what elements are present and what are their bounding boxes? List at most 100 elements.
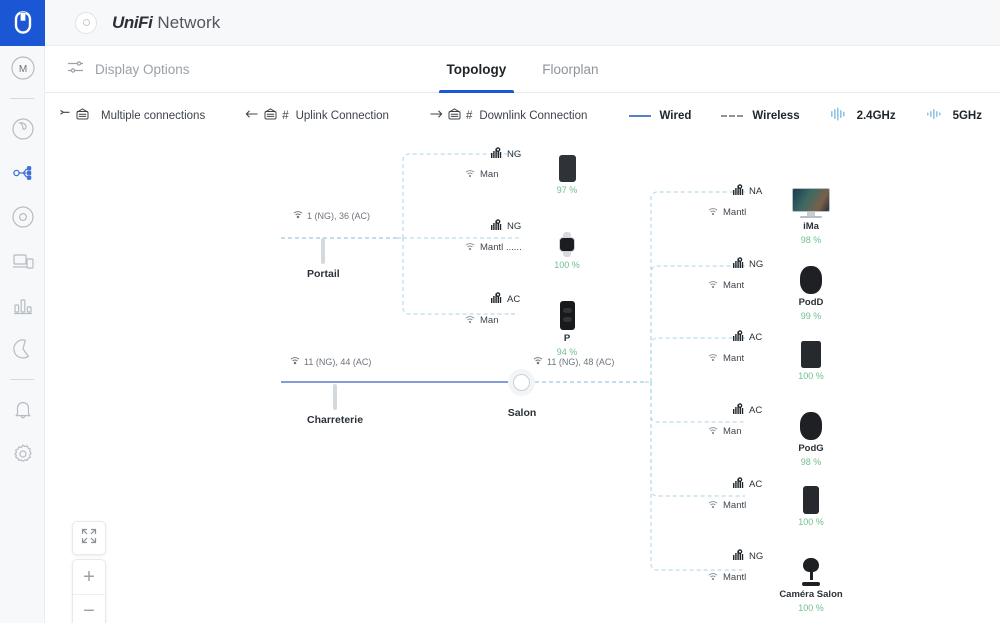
avatar-initial: M	[18, 64, 26, 75]
access-point-salon[interactable]: Salon	[508, 374, 547, 419]
page-title: UniFi Network	[112, 13, 220, 33]
sidebar-item-topology[interactable]	[0, 151, 45, 195]
legend-wireless-label: Wireless	[752, 109, 800, 122]
client-ssid-text: Mant	[723, 279, 745, 291]
access-point-portail[interactable]: Portail	[307, 238, 340, 280]
client-signal-percent: 100 %	[798, 371, 824, 381]
wired-line-icon	[628, 114, 651, 117]
zoom-out-button[interactable]: −	[73, 594, 105, 623]
client-ssid-text: Mant	[723, 352, 745, 364]
ubiquiti-logo[interactable]	[0, 0, 45, 46]
legend-band-5-label: 5GHz	[952, 109, 982, 122]
device-icon-phone-dark	[507, 286, 627, 330]
access-point-icon	[76, 108, 89, 123]
sidebar-item-devices[interactable]	[0, 195, 45, 239]
sidebar-item-user-avatar[interactable]: M	[0, 46, 45, 90]
legend-downlink-connection: # Downlink Connection	[429, 108, 587, 123]
sidebar-item-settings[interactable]	[0, 432, 45, 476]
client-ssid-text: Man	[480, 314, 499, 326]
site-selector-icon[interactable]	[75, 11, 97, 34]
client-node[interactable]: PodD 99 %	[751, 250, 871, 321]
radio-signal-icon	[491, 217, 502, 235]
client-ssid-text: Mantl	[723, 206, 747, 218]
client-node[interactable]: 100 %	[751, 324, 871, 381]
ap-channels-salon: 11 (NG), 48 (AC)	[533, 356, 614, 367]
client-node[interactable]: 97 %	[507, 138, 627, 195]
rail-divider-top	[10, 98, 34, 99]
ap-channels-charreterie-text: 11 (NG), 44 (AC)	[304, 356, 372, 367]
client-node[interactable]: 100 %	[507, 213, 627, 270]
wifi-signal-icon	[290, 356, 300, 367]
device-icon-phone-photo	[751, 470, 871, 514]
access-point-icon	[448, 108, 461, 123]
wifi-icon	[708, 422, 718, 440]
tab-topology[interactable]: Topology	[428, 46, 524, 93]
client-signal-percent: 98 %	[800, 235, 822, 245]
client-node[interactable]: PodG 98 %	[751, 396, 871, 467]
display-options-button[interactable]: Display Options	[67, 60, 190, 79]
legend-multiple-connections: Multiple connections	[59, 108, 205, 123]
legend-downlink-hash: #	[465, 109, 473, 122]
top-header-bar: UniFi Network	[45, 0, 1000, 46]
access-point-charreterie[interactable]: Charreterie	[307, 384, 363, 426]
ap-channels-portail-text: 1 (NG), 36 (AC)	[307, 210, 371, 221]
client-node[interactable]: iMa 98 %	[751, 174, 871, 245]
wifi-signal-icon	[293, 210, 303, 221]
client-ssid: Mantl	[708, 496, 746, 514]
legend-uplink-label: Uplink Connection	[295, 109, 389, 122]
client-ssid: Man	[465, 165, 498, 183]
legend-band-5: 5GHz	[926, 107, 982, 124]
legend-wireless: Wireless	[721, 109, 800, 122]
sidebar-item-insights[interactable]	[0, 327, 45, 371]
legend-uplink-connection: # Uplink Connection	[245, 108, 389, 123]
sidebar-item-alerts[interactable]	[0, 388, 45, 432]
client-ssid: Man	[465, 311, 498, 329]
sidebar-item-clients[interactable]	[0, 239, 45, 283]
device-icon-camera	[751, 542, 871, 586]
device-icon-homepod	[751, 396, 871, 440]
client-signal-percent: 94 %	[556, 347, 578, 357]
client-name: Caméra Salon	[779, 589, 843, 600]
radio-signal-icon	[733, 475, 744, 493]
arrow-left-icon	[245, 109, 259, 122]
wifi-icon	[465, 165, 475, 183]
ap-channels-salon-text: 11 (NG), 48 (AC)	[547, 356, 615, 367]
client-ssid: Mantl	[708, 568, 746, 586]
client-signal-percent: 100 %	[798, 603, 824, 613]
wifi-icon	[708, 276, 718, 294]
view-toolbar: Display Options Topology Floorplan	[45, 46, 1000, 93]
ap-name-portail: Portail	[307, 268, 340, 280]
legend-wired-label: Wired	[659, 109, 692, 122]
legend-downlink-label: Downlink Connection	[479, 109, 588, 122]
fit-to-screen-button[interactable]	[72, 521, 106, 555]
client-name: P	[563, 333, 571, 344]
zoom-in-button[interactable]: +	[73, 560, 105, 594]
client-signal-percent: 100 %	[554, 260, 580, 270]
sidebar-item-dashboard[interactable]	[0, 107, 45, 151]
client-node[interactable]: Caméra Salon 100 %	[751, 542, 871, 613]
band-24ghz-icon	[830, 107, 848, 124]
client-node[interactable]: 100 %	[751, 470, 871, 527]
ap-name-charreterie: Charreterie	[307, 414, 364, 426]
radio-signal-icon	[733, 328, 744, 346]
client-name: PodD	[798, 297, 824, 308]
sidebar-item-statistics[interactable]	[0, 283, 45, 327]
multiple-connections-icon	[59, 109, 71, 122]
topology-canvas[interactable]: Portail 1 (NG), 36 (AC) Charreterie 11 (…	[45, 138, 1000, 623]
legend-link-types: Wired Wireless 2.4GHz 5GHz	[599, 107, 982, 124]
legend-wired: Wired	[628, 109, 692, 122]
client-node[interactable]: P 94 %	[507, 286, 627, 357]
tab-floorplan[interactable]: Floorplan	[524, 46, 616, 93]
zoom-controls: + −	[72, 559, 106, 623]
band-5ghz-icon	[926, 107, 944, 124]
client-ssid: Mantl	[708, 203, 746, 221]
client-ssid-text: Man	[723, 425, 742, 437]
radio-signal-icon	[733, 401, 744, 419]
legend-uplink-hash: #	[282, 109, 289, 122]
access-point-icon	[264, 108, 277, 123]
client-name: PodG	[798, 443, 824, 454]
unifi-network-app: M UniFi Network Display Options Topology…	[0, 0, 1000, 623]
expand-icon	[81, 528, 97, 549]
wifi-icon	[708, 568, 718, 586]
device-icon-tablet	[751, 324, 871, 368]
